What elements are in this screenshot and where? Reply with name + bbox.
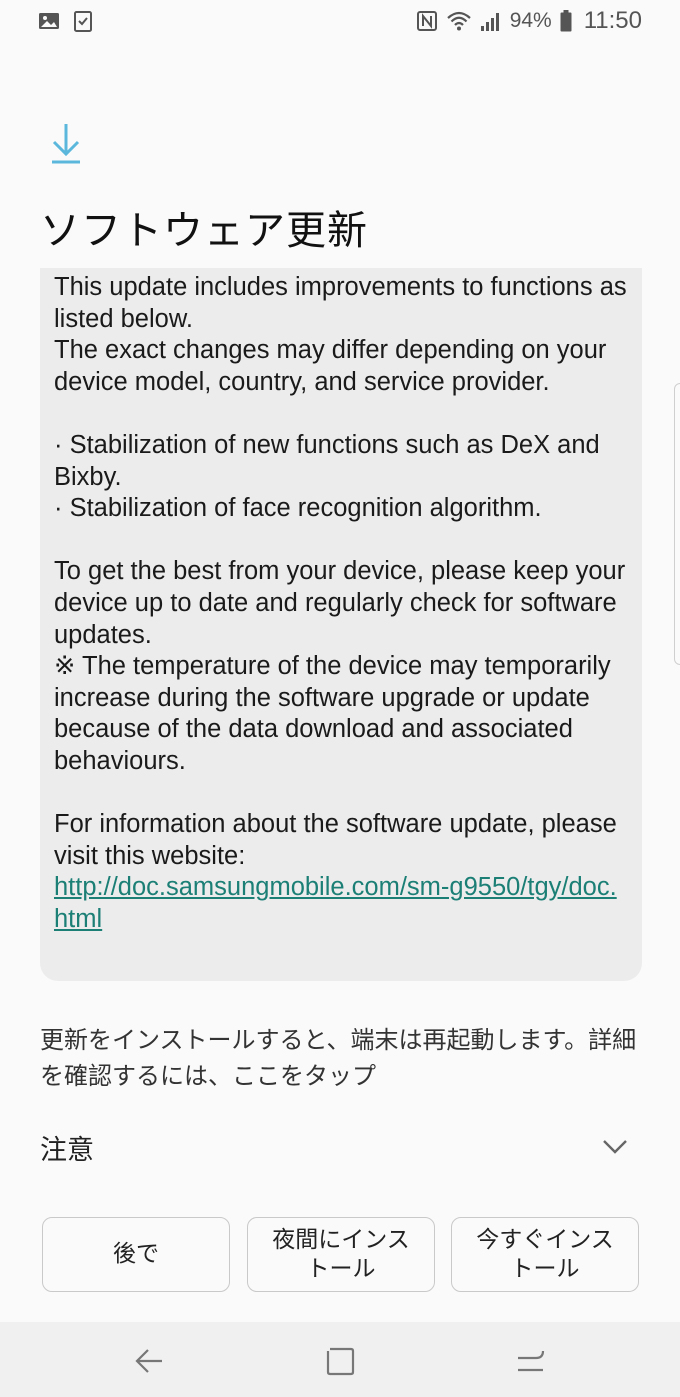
navigation-bar (0, 1322, 680, 1397)
edge-panel-handle[interactable] (674, 383, 680, 665)
install-info-text[interactable]: 更新をインストールすると、端末は再起動します。詳細を確認するには、ここをタップ (40, 1022, 650, 1094)
clock: 11:50 (583, 7, 642, 34)
release-notes-paragraph: · Stabilization of new functions such as… (54, 430, 600, 523)
signal-icon (480, 13, 499, 31)
release-notes-paragraph: This update includes improvements to fun… (54, 273, 627, 396)
release-notes-card: This update includes improvements to fun… (40, 268, 642, 981)
caution-expander[interactable]: 注意 (40, 1122, 640, 1172)
gallery-icon (39, 13, 59, 29)
release-notes-link[interactable]: http://doc.samsungmobile.com/sm-g9550/tg… (54, 873, 617, 933)
later-button[interactable]: 後で (42, 1217, 230, 1292)
back-icon[interactable] (134, 1346, 164, 1376)
status-bar: 94% 11:50 (0, 0, 680, 42)
status-bar-right: 94% 11:50 (416, 7, 642, 35)
home-icon[interactable] (325, 1346, 355, 1376)
checklist-icon (74, 11, 92, 32)
download-icon (52, 124, 80, 164)
caution-label: 注意 (40, 1134, 94, 1166)
release-notes-paragraph: For information about the software updat… (54, 810, 617, 870)
install-now-button[interactable]: 今すぐインストール (451, 1217, 639, 1292)
wifi-icon (446, 11, 471, 31)
status-bar-left (38, 10, 94, 32)
release-notes-paragraph: To get the best from your device, please… (54, 557, 626, 775)
recent-apps-icon[interactable] (516, 1346, 546, 1376)
page-title: ソフトウェア更新 (40, 208, 368, 254)
battery-percent: 94% (509, 9, 552, 32)
nfc-icon (416, 11, 437, 31)
battery-icon (560, 10, 572, 32)
chevron-down-icon (603, 1140, 627, 1154)
install-overnight-button[interactable]: 夜間にインストール (247, 1217, 435, 1292)
